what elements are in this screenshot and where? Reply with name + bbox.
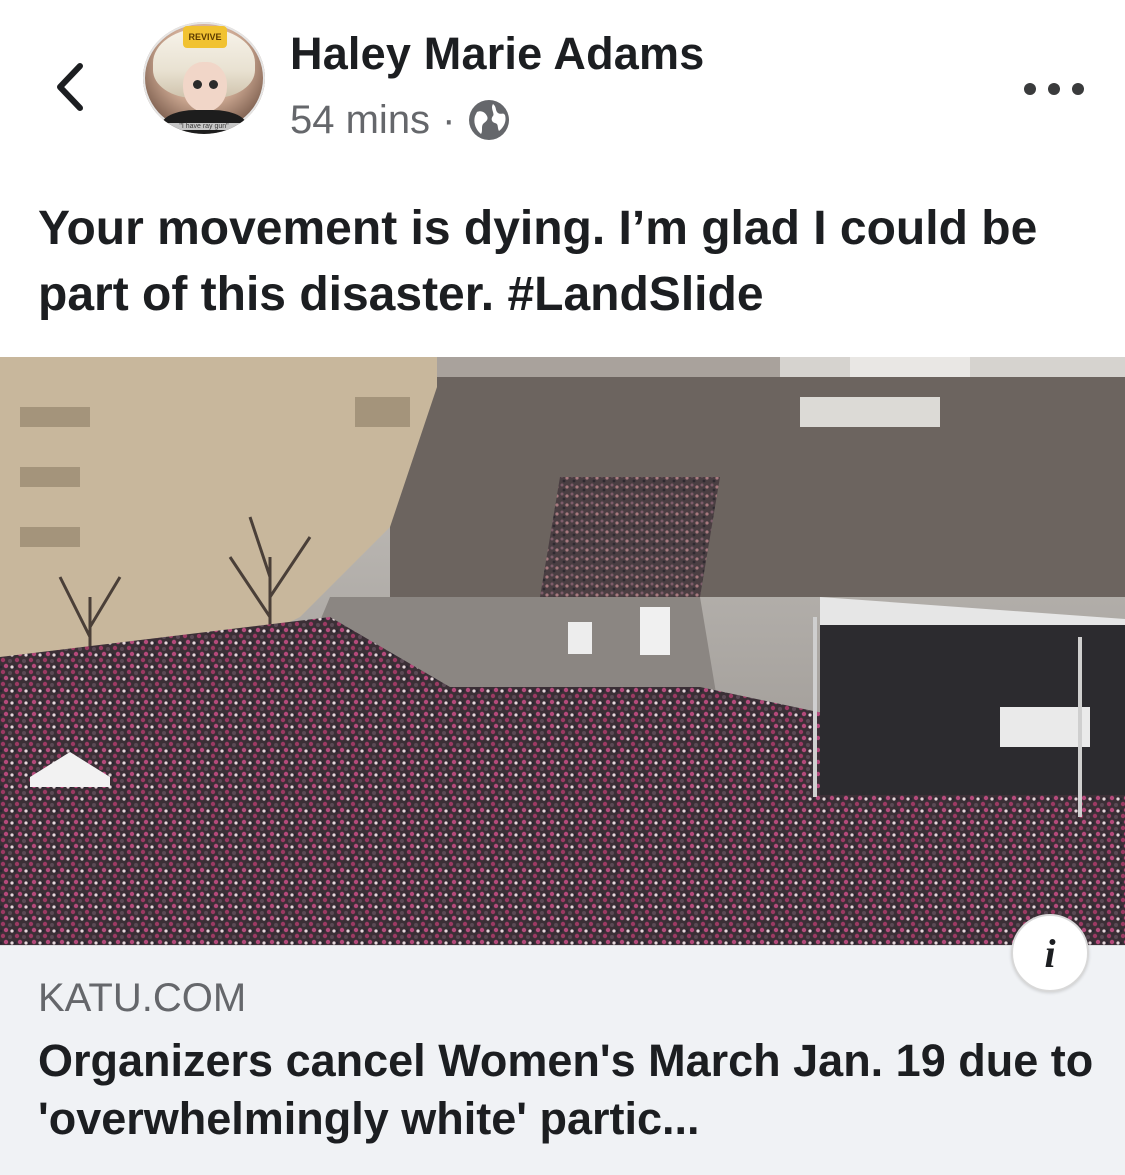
ellipsis-dot [1072, 83, 1084, 95]
author-name[interactable]: Haley Marie Adams [290, 28, 704, 80]
avatar[interactable]: REVIVE "I have ray gun" [143, 22, 265, 134]
avatar-badge: REVIVE [183, 26, 227, 48]
avatar-eye [209, 80, 218, 89]
post-header: REVIVE "I have ray gun" Haley Marie Adam… [0, 0, 1125, 170]
ellipsis-dot [1048, 83, 1060, 95]
meta-separator: · [442, 97, 456, 142]
avatar-face [183, 62, 227, 112]
timestamp[interactable]: 54 mins [290, 98, 430, 143]
more-options-button[interactable] [1024, 72, 1084, 106]
post-photo[interactable] [0, 357, 1125, 945]
avatar-eye [193, 80, 202, 89]
avatar-caption: "I have ray gun" [163, 123, 245, 130]
link-title[interactable]: Organizers cancel Women's March Jan. 19 … [38, 1032, 1098, 1148]
info-button[interactable]: i [1011, 914, 1089, 992]
link-domain: KATU.COM [38, 976, 247, 1020]
link-preview-card[interactable]: KATU.COM Organizers cancel Women's March… [0, 945, 1125, 1175]
avatar-shirt [161, 110, 247, 134]
back-button[interactable] [44, 55, 94, 119]
chevron-left-icon [57, 63, 83, 111]
post-text: Your movement is dying. I’m glad I could… [38, 202, 1038, 321]
crowd-photo-illustration [0, 357, 1125, 945]
globe-icon[interactable] [467, 98, 511, 142]
post-meta: 54 mins · [290, 96, 511, 144]
ellipsis-dot [1024, 83, 1036, 95]
